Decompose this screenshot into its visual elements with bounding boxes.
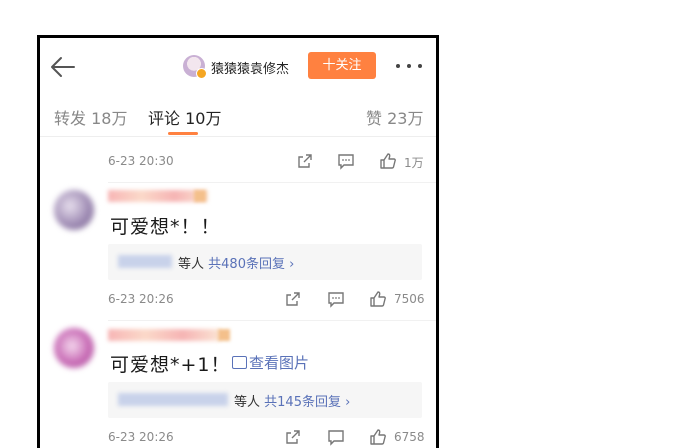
like-count: 7506 — [394, 292, 425, 306]
share-icon[interactable] — [296, 152, 314, 170]
comment-time: 6-23 20:26 — [108, 292, 174, 306]
commenter-avatar[interactable] — [54, 328, 94, 368]
share-icon[interactable] — [284, 290, 302, 308]
tab-repost[interactable]: 转发 18万 — [54, 105, 127, 129]
tab-bar: 转发 18万 评论 10万 赞 23万 — [40, 96, 436, 137]
member-badge-icon — [194, 190, 206, 202]
tab-likes[interactable]: 赞 23万 — [366, 105, 423, 129]
comment-text: 可爱想*+1！ — [110, 354, 231, 376]
top-bar: 猿猿猿袁修杰 十关注 — [40, 38, 436, 96]
more-icon[interactable] — [396, 64, 426, 70]
comment-meta-row: 6-23 20:30 1万 — [108, 152, 426, 172]
verified-badge-icon — [196, 68, 207, 79]
divider — [108, 320, 436, 321]
comment-time: 6-23 20:30 — [108, 154, 174, 168]
commenter-name[interactable] — [108, 329, 220, 341]
image-icon — [232, 356, 247, 369]
reply-suffix: 等人 — [178, 257, 205, 272]
phone-frame: 猿猿猿袁修杰 十关注 转发 18万 评论 10万 赞 23万 6-23 20:3… — [37, 35, 439, 448]
commenter-avatar[interactable] — [54, 190, 94, 230]
divider — [108, 182, 436, 183]
comment-text: 可爱想*！！ — [110, 216, 221, 238]
commenter-name[interactable] — [108, 190, 208, 202]
reply-users — [118, 255, 172, 268]
reply-total-link[interactable]: 共480条回复 › — [208, 257, 294, 272]
view-picture-link[interactable]: 查看图片 — [232, 352, 309, 373]
comment-icon[interactable] — [337, 152, 355, 170]
reply-suffix: 等人 — [234, 395, 261, 410]
reply-summary: 等人 共480条回复 › — [178, 253, 294, 272]
back-arrow-icon[interactable] — [48, 52, 78, 82]
like-count: 6758 — [394, 430, 425, 444]
author-avatar[interactable] — [183, 55, 207, 79]
tab-comments[interactable]: 评论 10万 — [148, 105, 221, 129]
view-picture-label: 查看图片 — [249, 354, 310, 372]
share-icon[interactable] — [284, 428, 302, 446]
reply-preview[interactable]: 等人 共480条回复 › — [108, 244, 422, 280]
thumbs-up-icon[interactable] — [369, 290, 387, 308]
reply-preview[interactable]: 等人 共145条回复 › — [108, 382, 422, 418]
comment-meta-row: 6-23 20:26 7506 — [108, 290, 426, 310]
follow-button[interactable]: 十关注 — [308, 52, 376, 79]
comment-icon[interactable] — [327, 428, 345, 446]
comment-meta-row: 6-23 20:26 6758 — [108, 428, 426, 448]
author-nickname[interactable]: 猿猿猿袁修杰 — [211, 58, 289, 77]
reply-total-link[interactable]: 共145条回复 › — [264, 395, 350, 410]
member-badge-icon — [218, 329, 230, 341]
reply-users — [118, 393, 228, 406]
thumbs-up-icon[interactable] — [379, 152, 397, 170]
thumbs-up-icon[interactable] — [369, 428, 387, 446]
like-count: 1万 — [404, 156, 424, 170]
comment-time: 6-23 20:26 — [108, 430, 174, 444]
reply-summary: 等人 共145条回复 › — [234, 391, 350, 410]
tab-indicator — [168, 132, 198, 135]
comment-icon[interactable] — [327, 290, 345, 308]
